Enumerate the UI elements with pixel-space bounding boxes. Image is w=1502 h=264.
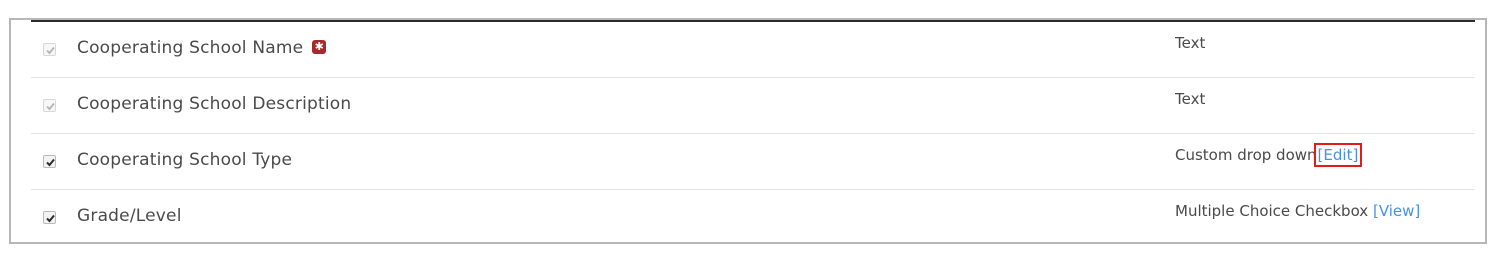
field-checkbox[interactable]: [43, 211, 56, 224]
field-type: Multiple Choice Checkbox: [1175, 202, 1369, 220]
field-row: Grade/Level Multiple Choice Checkbox [Vi…: [31, 190, 1475, 246]
field-label-text: Cooperating School Name: [77, 38, 304, 58]
field-label: Cooperating School Name ✱: [77, 38, 327, 58]
field-checkbox[interactable]: [43, 155, 56, 168]
field-label: Cooperating School Type: [77, 150, 293, 170]
field-row: Cooperating School Description Text: [31, 78, 1475, 134]
checkmark-icon: [46, 46, 55, 55]
field-type-cell: Multiple Choice Checkbox [View]: [1175, 202, 1420, 220]
field-checkbox[interactable]: [43, 43, 56, 56]
field-type-cell: Custom drop down[Edit]: [1175, 143, 1363, 167]
required-asterisk-icon: ✱: [312, 39, 327, 54]
field-type: Text: [1175, 34, 1206, 52]
field-label: Cooperating School Description: [77, 94, 352, 114]
field-type: Custom drop down: [1175, 146, 1317, 164]
field-type: Text: [1175, 90, 1206, 108]
field-label: Grade/Level: [77, 206, 182, 226]
checkmark-icon: [46, 158, 55, 167]
edit-link[interactable]: [Edit]: [1313, 143, 1363, 167]
field-row: Cooperating School Type Custom drop down…: [31, 134, 1475, 190]
checkmark-icon: [46, 102, 55, 111]
view-link[interactable]: [View]: [1373, 202, 1420, 220]
fields-panel: Cooperating School Name ✱ Text Cooperatin…: [9, 18, 1487, 244]
field-checkbox[interactable]: [43, 99, 56, 112]
checkmark-icon: [46, 214, 55, 223]
field-row: Cooperating School Name ✱ Text: [31, 22, 1475, 78]
